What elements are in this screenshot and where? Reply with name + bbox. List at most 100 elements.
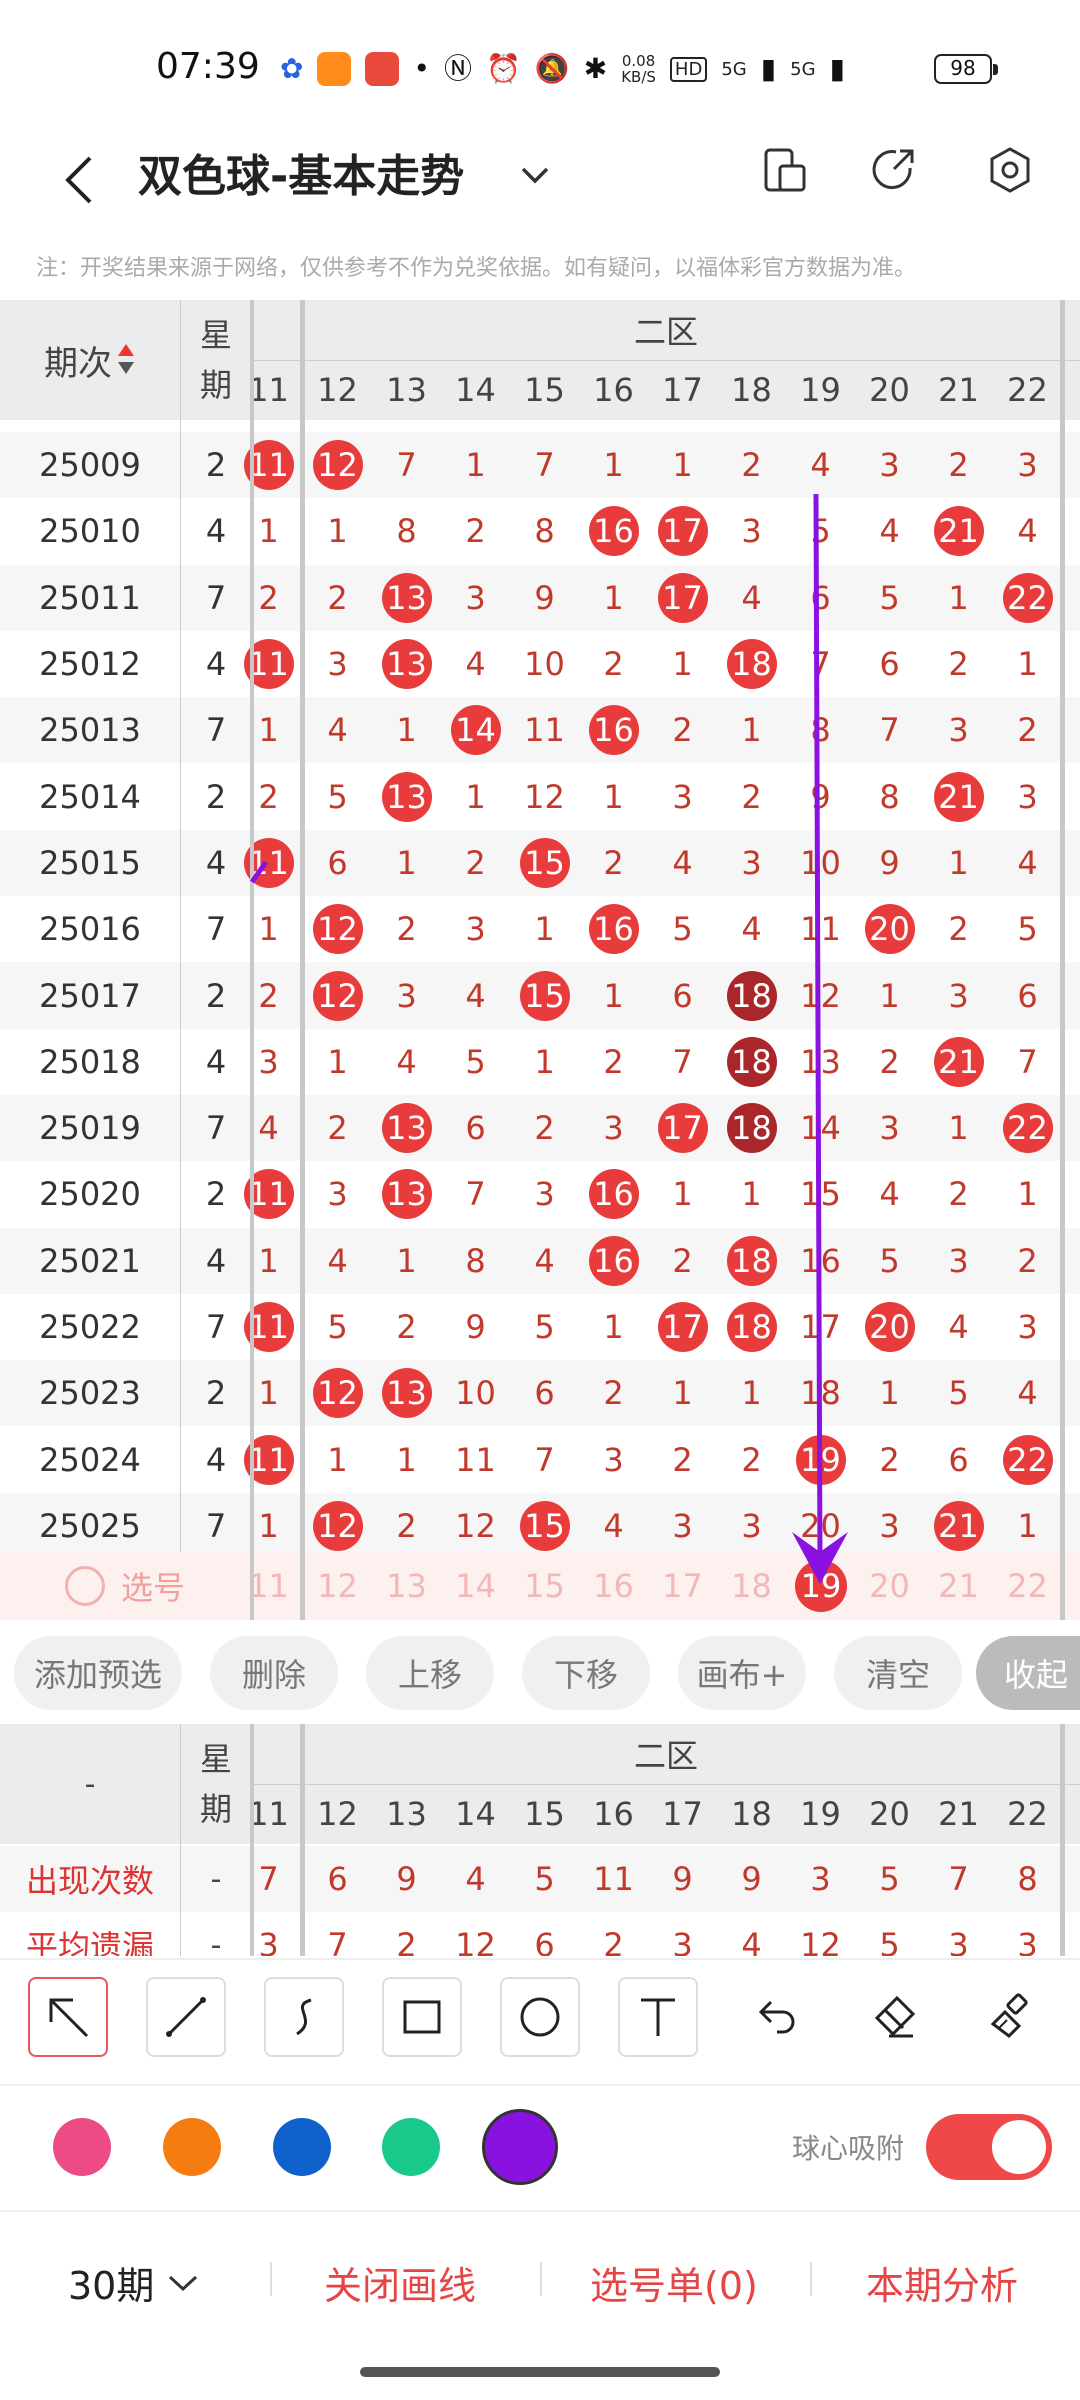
stats-value-cell: 8 (1017, 1860, 1038, 1898)
color-swatch[interactable] (53, 2118, 111, 2176)
period-analysis-button[interactable]: 本期分析 (866, 2255, 1018, 2310)
orange-app-icon (317, 52, 352, 86)
close-drawing-button[interactable]: 关闭画线 (324, 2255, 476, 2310)
stats-column-header: 20 (869, 1795, 910, 1833)
stats-value-cell: 3 (672, 1926, 693, 1956)
stats-dash: - (84, 1766, 96, 1802)
move-down-button[interactable]: 下移 (522, 1636, 650, 1710)
status-icons: ✿ • Ⓝ ⏰ 🔕 ✱ 0.08 KB/S HD 5G ▮ 5G ▮ (280, 48, 845, 90)
stats-column-header: 18 (731, 1795, 772, 1833)
rectangle-tool[interactable] (382, 1977, 462, 2057)
disclaimer-notice: 注：开奖结果来源于网络，仅供参考不作为兑奖依据。如有疑问，以福体彩官方数据为准。 (36, 256, 917, 281)
stats-table: - 星 期 二区 11 12 13 14 15 16 17 18 19 20 21 22 出现次数 -7… (0, 1724, 1080, 1956)
stats-value-cell: 3 (810, 1860, 831, 1898)
stats-column-header: 13 (386, 1795, 427, 1833)
device-button[interactable] (755, 140, 815, 200)
stats-value-cell: 3 (1017, 1926, 1038, 1956)
canvas-plus-button[interactable]: 画布+ (678, 1636, 806, 1710)
stats-column-header: 16 (593, 1795, 634, 1833)
signal2-label: 5G (790, 58, 816, 80)
stats-value-cell: 11 (593, 1860, 634, 1898)
snap-toggle[interactable] (926, 2114, 1052, 2180)
selection-list-button[interactable]: 选号单(0) (590, 2255, 758, 2310)
stats-column-header: 21 (938, 1795, 979, 1833)
page-title[interactable]: 双色球-基本走势 (138, 140, 464, 204)
line-icon (166, 1997, 206, 2037)
add-preselect-button[interactable]: 添加预选 (14, 1636, 182, 1710)
arrow-icon (49, 1998, 89, 2038)
move-up-button[interactable]: 上移 (366, 1636, 494, 1710)
stats-column-header: 15 (524, 1795, 565, 1833)
rectangle-icon (403, 2000, 441, 2034)
nfc-icon: Ⓝ (443, 52, 472, 85)
curve-tool[interactable] (264, 1977, 344, 2057)
back-button[interactable] (40, 130, 120, 230)
stats-value-cell: 12 (800, 1926, 841, 1956)
undo-icon (758, 2000, 795, 2034)
status-bar: 07:39 ✿ • Ⓝ ⏰ 🔕 ✱ 0.08 KB/S HD 5G ▮ 5G ▮… (0, 0, 1080, 130)
eraser-tool[interactable] (854, 1977, 934, 2057)
broom-icon (990, 1993, 1028, 2038)
stats-value-cell: 7 (327, 1926, 348, 1956)
stats-column-header: 19 (800, 1795, 841, 1833)
red-app-icon (365, 52, 400, 86)
drawn-arrow-annotation (249, 493, 848, 1584)
clear-button[interactable]: 清空 (834, 1636, 962, 1710)
stats-value-cell: 5 (879, 1926, 900, 1956)
stats-value-cell: 6 (327, 1860, 348, 1898)
share-button[interactable] (864, 140, 924, 200)
line-tool[interactable] (146, 1977, 226, 2057)
stats-value-cell: 4 (465, 1860, 486, 1898)
signal1-label: 5G (721, 58, 747, 80)
stats-value-cell: 9 (741, 1860, 762, 1898)
color-swatch[interactable] (273, 2118, 331, 2176)
title-dropdown-button[interactable] (510, 150, 560, 200)
delete-button[interactable]: 删除 (210, 1636, 338, 1710)
hd-badge: HD (669, 56, 708, 82)
settings-button[interactable] (980, 140, 1040, 200)
circle-tool[interactable] (500, 1977, 580, 2057)
chevron-down-icon (169, 2275, 198, 2291)
stats-value-cell: 5 (879, 1860, 900, 1898)
mute-icon: 🔕 (534, 52, 570, 85)
color-swatch[interactable] (382, 2118, 440, 2176)
stats-value-cell: 2 (396, 1926, 417, 1956)
stats-value-cell: 2 (603, 1926, 624, 1956)
battery-icon: 98 (934, 54, 998, 84)
stats-value-cell: 9 (672, 1860, 693, 1898)
collapse-button[interactable]: 收起 (976, 1636, 1080, 1710)
share-icon (872, 149, 914, 190)
dot-icon: • (413, 52, 430, 85)
stats-value-cell: 3 (258, 1926, 279, 1956)
signal1-icon: ▮ (760, 52, 777, 85)
stats-column-header: 14 (455, 1795, 496, 1833)
color-swatch[interactable] (163, 2118, 221, 2176)
eraser-icon (874, 1995, 916, 2038)
circle-icon (520, 1997, 560, 2037)
settings-hexagon-icon (990, 147, 1030, 193)
stats-value-cell: 6 (534, 1926, 555, 1956)
text-tool[interactable] (618, 1977, 698, 2057)
stats-zone-header: 二区 (633, 1737, 698, 1775)
snap-label: 球心吸附 (792, 2132, 905, 2165)
periods-selector[interactable]: 30期 (68, 2255, 200, 2310)
color-swatch[interactable] (482, 2109, 558, 2185)
stats-value-cell: 12 (455, 1926, 496, 1956)
toggle-knob (992, 2120, 1046, 2174)
stats-value-cell: 4 (741, 1926, 762, 1956)
stats-column-header: 11 (248, 1795, 289, 1833)
stats-row-label: 平均遗漏 (25, 1928, 154, 1956)
undo-button[interactable] (736, 1977, 816, 2057)
signal2-icon: ▮ (829, 52, 845, 85)
stats-column-header: 22 (1007, 1795, 1048, 1833)
clear-all-tool[interactable] (972, 1977, 1052, 2057)
stats-column-header: 17 (662, 1795, 703, 1833)
arrow-tool[interactable] (28, 1977, 108, 2057)
stats-value-cell: 3 (948, 1926, 969, 1956)
stats-value-cell: 5 (534, 1860, 555, 1898)
stats-column-header: 12 (317, 1795, 358, 1833)
trend-grid: 期次 星 期 二区 11 12 13 14 15 16 17 18 19 20 21 22 25009… (0, 300, 1080, 1620)
curve-icon (296, 1998, 312, 2036)
device-icon (764, 148, 806, 192)
home-indicator[interactable] (360, 2367, 720, 2377)
